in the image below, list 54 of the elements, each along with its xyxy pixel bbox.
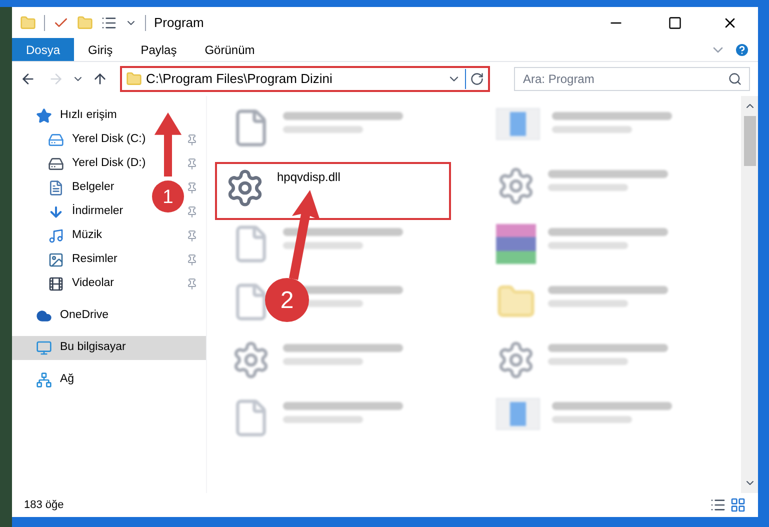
- sidebar-item[interactable]: Resimler: [12, 248, 122, 272]
- network-icon: [36, 372, 52, 388]
- sidebar-item[interactable]: Bu bilgisayar: [12, 336, 206, 360]
- sidebar-item[interactable]: Videolar: [12, 272, 118, 296]
- pin-icon[interactable]: [186, 158, 198, 170]
- pin-icon[interactable]: [186, 134, 198, 146]
- sidebar-item[interactable]: Belgeler: [12, 176, 118, 200]
- music-note-icon: [48, 228, 64, 244]
- scrollbar[interactable]: [741, 96, 758, 493]
- ribbon-tab[interactable]: Görünüm: [190, 38, 269, 61]
- download-icon: [48, 204, 64, 220]
- properties-icon[interactable]: [101, 14, 117, 30]
- drive-icon: [48, 132, 64, 148]
- sidebar-item[interactable]: Yerel Disk (D:): [12, 152, 150, 176]
- pin-icon[interactable]: [186, 206, 198, 218]
- star-icon: [36, 108, 52, 124]
- archive-icon: [496, 224, 536, 264]
- sidebar-item[interactable]: Yerel Disk (C:): [12, 128, 150, 152]
- search-field[interactable]: Ara: Program: [514, 67, 750, 91]
- sidebar-item[interactable]: Ağ: [12, 368, 78, 392]
- address-bar[interactable]: C:\Program Files\Program Dizini: [120, 66, 490, 92]
- pin-icon[interactable]: [186, 278, 198, 290]
- up-icon[interactable]: [92, 71, 108, 87]
- help-icon[interactable]: [734, 42, 750, 58]
- pin-icon[interactable]: [186, 230, 198, 242]
- pin-icon[interactable]: [186, 254, 198, 266]
- application-icon: [496, 398, 540, 430]
- address-path: C:\Program Files\Program Dizini: [146, 70, 334, 88]
- ribbon-tab[interactable]: Giriş: [74, 38, 127, 61]
- window-title: Program: [154, 14, 205, 32]
- sidebar-item[interactable]: Hızlı erişim: [12, 104, 121, 128]
- ribbon-tab[interactable]: Paylaş: [126, 38, 191, 61]
- maximize-icon[interactable]: [668, 16, 682, 30]
- application-icon: [496, 108, 540, 140]
- document-icon: [48, 180, 64, 196]
- sidebar-item[interactable]: İndirmeler: [12, 200, 128, 224]
- file-item[interactable]: hpqvdisp.dll: [215, 162, 451, 220]
- pin-icon[interactable]: [186, 182, 198, 194]
- scroll-thumb[interactable]: [744, 116, 756, 166]
- details-view-icon[interactable]: [710, 497, 726, 513]
- folder-icon: [126, 71, 142, 87]
- film-icon: [48, 276, 64, 292]
- computer-icon: [36, 340, 52, 356]
- tiles-view-icon[interactable]: [730, 497, 746, 513]
- cloud-icon: [36, 308, 52, 324]
- ribbon-tab[interactable]: Dosya: [12, 38, 74, 61]
- drive-icon: [48, 156, 64, 172]
- picture-icon: [48, 252, 64, 268]
- search-icon[interactable]: [728, 72, 742, 86]
- item-count: 183 öğe: [24, 498, 65, 513]
- back-icon[interactable]: [20, 71, 36, 87]
- sidebar-item[interactable]: OneDrive: [12, 304, 113, 328]
- sidebar-item[interactable]: Müzik: [12, 224, 106, 248]
- refresh-icon[interactable]: [470, 72, 484, 86]
